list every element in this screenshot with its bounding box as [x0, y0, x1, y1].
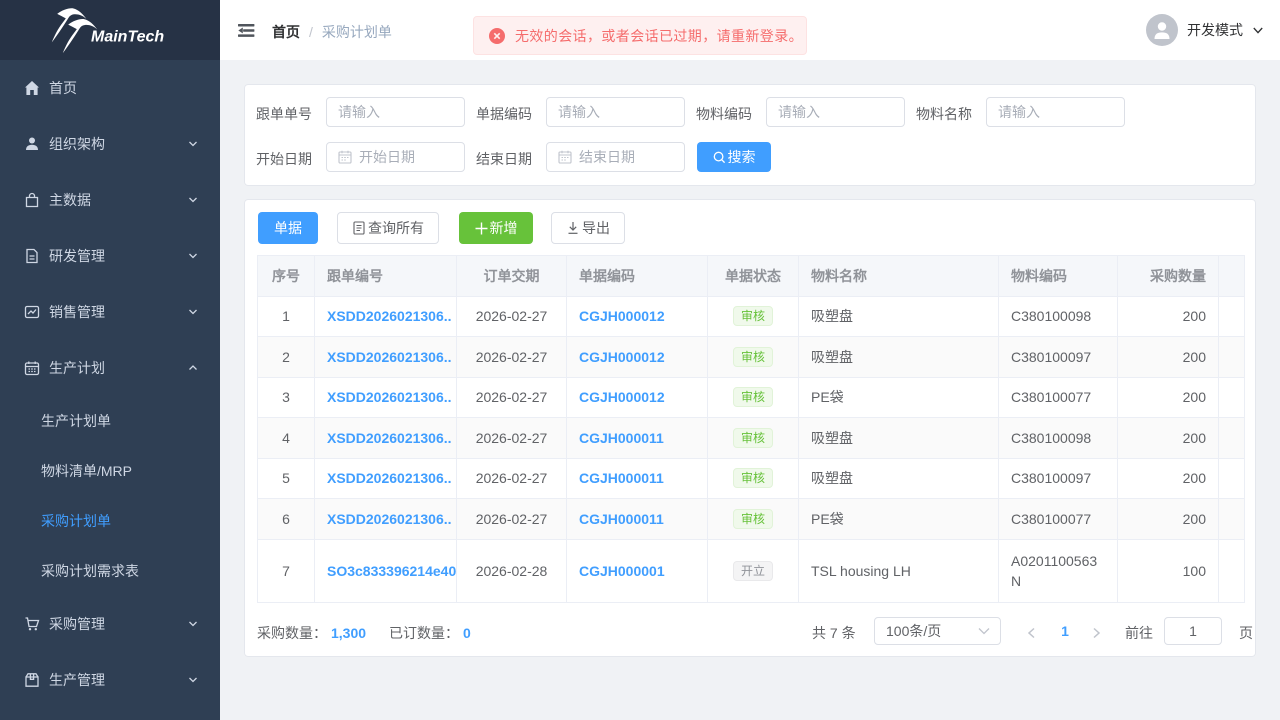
svg-text:MainTech: MainTech: [91, 29, 164, 46]
